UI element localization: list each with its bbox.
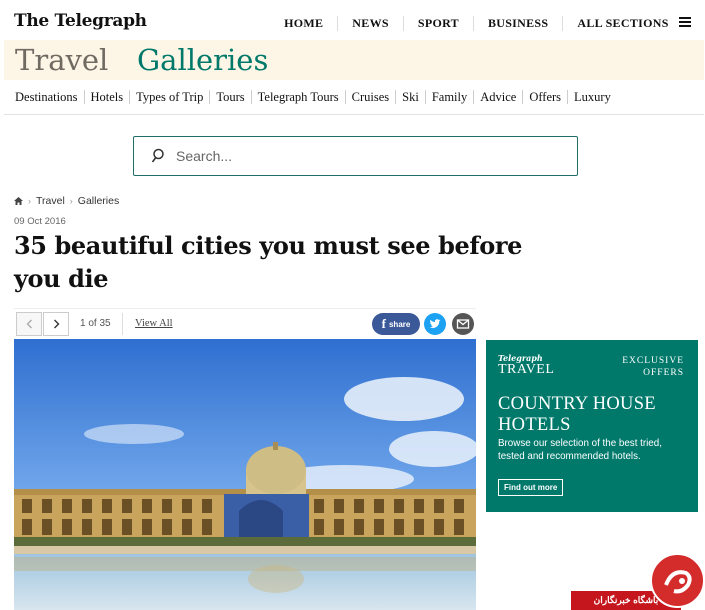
breadcrumb: › Travel › Galleries	[14, 195, 119, 207]
breadcrumb-galleries[interactable]: Galleries	[78, 195, 119, 207]
next-button[interactable]	[43, 312, 69, 336]
ad-tag: EXCLUSIVE OFFERS	[622, 355, 684, 379]
gallery-controls: 1 of 35 View All f share	[14, 308, 476, 338]
divider	[122, 313, 123, 335]
subnav-family[interactable]: Family	[426, 90, 475, 104]
email-share-button[interactable]	[452, 313, 474, 335]
share-label: share	[388, 319, 411, 329]
sub-nav: Destinations Hotels Types of Trip Tours …	[10, 90, 617, 104]
twitter-icon	[429, 319, 441, 329]
isfahan-mosque-image	[14, 339, 476, 610]
watermark-logo-icon	[650, 553, 705, 608]
nav-home[interactable]: HOME	[270, 16, 339, 31]
all-sections-label: ALL SECTIONS	[577, 16, 669, 30]
gallery-photo[interactable]	[14, 339, 476, 610]
nav-business[interactable]: BUSINESS	[474, 16, 564, 31]
divider	[4, 114, 704, 115]
ad-brand-travel: TRAVEL	[498, 362, 555, 377]
email-icon	[456, 319, 470, 329]
facebook-share-button[interactable]: f share	[372, 313, 420, 335]
ad-tag-line2: OFFERS	[643, 368, 684, 378]
subnav-hotels[interactable]: Hotels	[85, 90, 131, 104]
watermark-text: باشگاه خبرنگاران	[593, 595, 659, 605]
chevron-right-icon	[53, 319, 59, 329]
search-box[interactable]	[133, 136, 578, 176]
search-icon	[151, 148, 164, 163]
subnav-types-of-trip[interactable]: Types of Trip	[130, 90, 211, 104]
previous-button[interactable]	[16, 312, 42, 336]
subnav-telegraph-tours[interactable]: Telegraph Tours	[252, 90, 346, 104]
subsection-title[interactable]: Galleries	[137, 43, 268, 77]
slide-counter: 1 of 35	[80, 318, 111, 329]
menu-icon[interactable]	[679, 17, 691, 27]
nav-sport[interactable]: SPORT	[404, 16, 474, 31]
subnav-advice[interactable]: Advice	[474, 90, 524, 104]
chevron-right-icon: ›	[28, 196, 31, 206]
chevron-right-icon: ›	[69, 196, 73, 206]
subnav-tours[interactable]: Tours	[210, 90, 252, 104]
telegraph-logo[interactable]: The Telegraph	[14, 11, 147, 31]
top-nav: HOME NEWS SPORT BUSINESS ALL SECTIONS	[270, 16, 697, 31]
ad-description: Browse our selection of the best tried, …	[498, 438, 662, 462]
subnav-destinations[interactable]: Destinations	[10, 90, 85, 104]
subnav-offers[interactable]: Offers	[523, 90, 569, 104]
view-all-link[interactable]: View All	[135, 318, 173, 329]
search-input[interactable]	[176, 145, 566, 167]
masthead: The Telegraph HOME NEWS SPORT BUSINESS A…	[0, 0, 705, 40]
nav-all-sections[interactable]: ALL SECTIONS	[563, 16, 697, 31]
ad-tag-line1: EXCLUSIVE	[622, 356, 684, 366]
chevron-left-icon	[26, 319, 32, 329]
section-header: Travel Galleries	[4, 40, 704, 80]
ad-headline: COUNTRY HOUSE HOTELS	[498, 394, 656, 435]
article-date: 09 Oct 2016	[14, 216, 66, 227]
twitter-share-button[interactable]	[424, 313, 446, 335]
subnav-luxury[interactable]: Luxury	[568, 90, 617, 104]
article-title: 35 beautiful cities you must see before …	[14, 231, 522, 293]
home-icon[interactable]	[14, 197, 23, 205]
subnav-cruises[interactable]: Cruises	[346, 90, 397, 104]
section-title[interactable]: Travel	[15, 43, 108, 77]
ad-find-out-more-button[interactable]: Find out more	[498, 479, 564, 496]
breadcrumb-travel[interactable]: Travel	[36, 195, 65, 207]
ad-banner[interactable]: Telegraph TRAVEL EXCLUSIVE OFFERS COUNTR…	[486, 340, 698, 512]
subnav-ski[interactable]: Ski	[396, 90, 426, 104]
facebook-icon: f	[381, 316, 386, 331]
nav-news[interactable]: NEWS	[338, 16, 404, 31]
